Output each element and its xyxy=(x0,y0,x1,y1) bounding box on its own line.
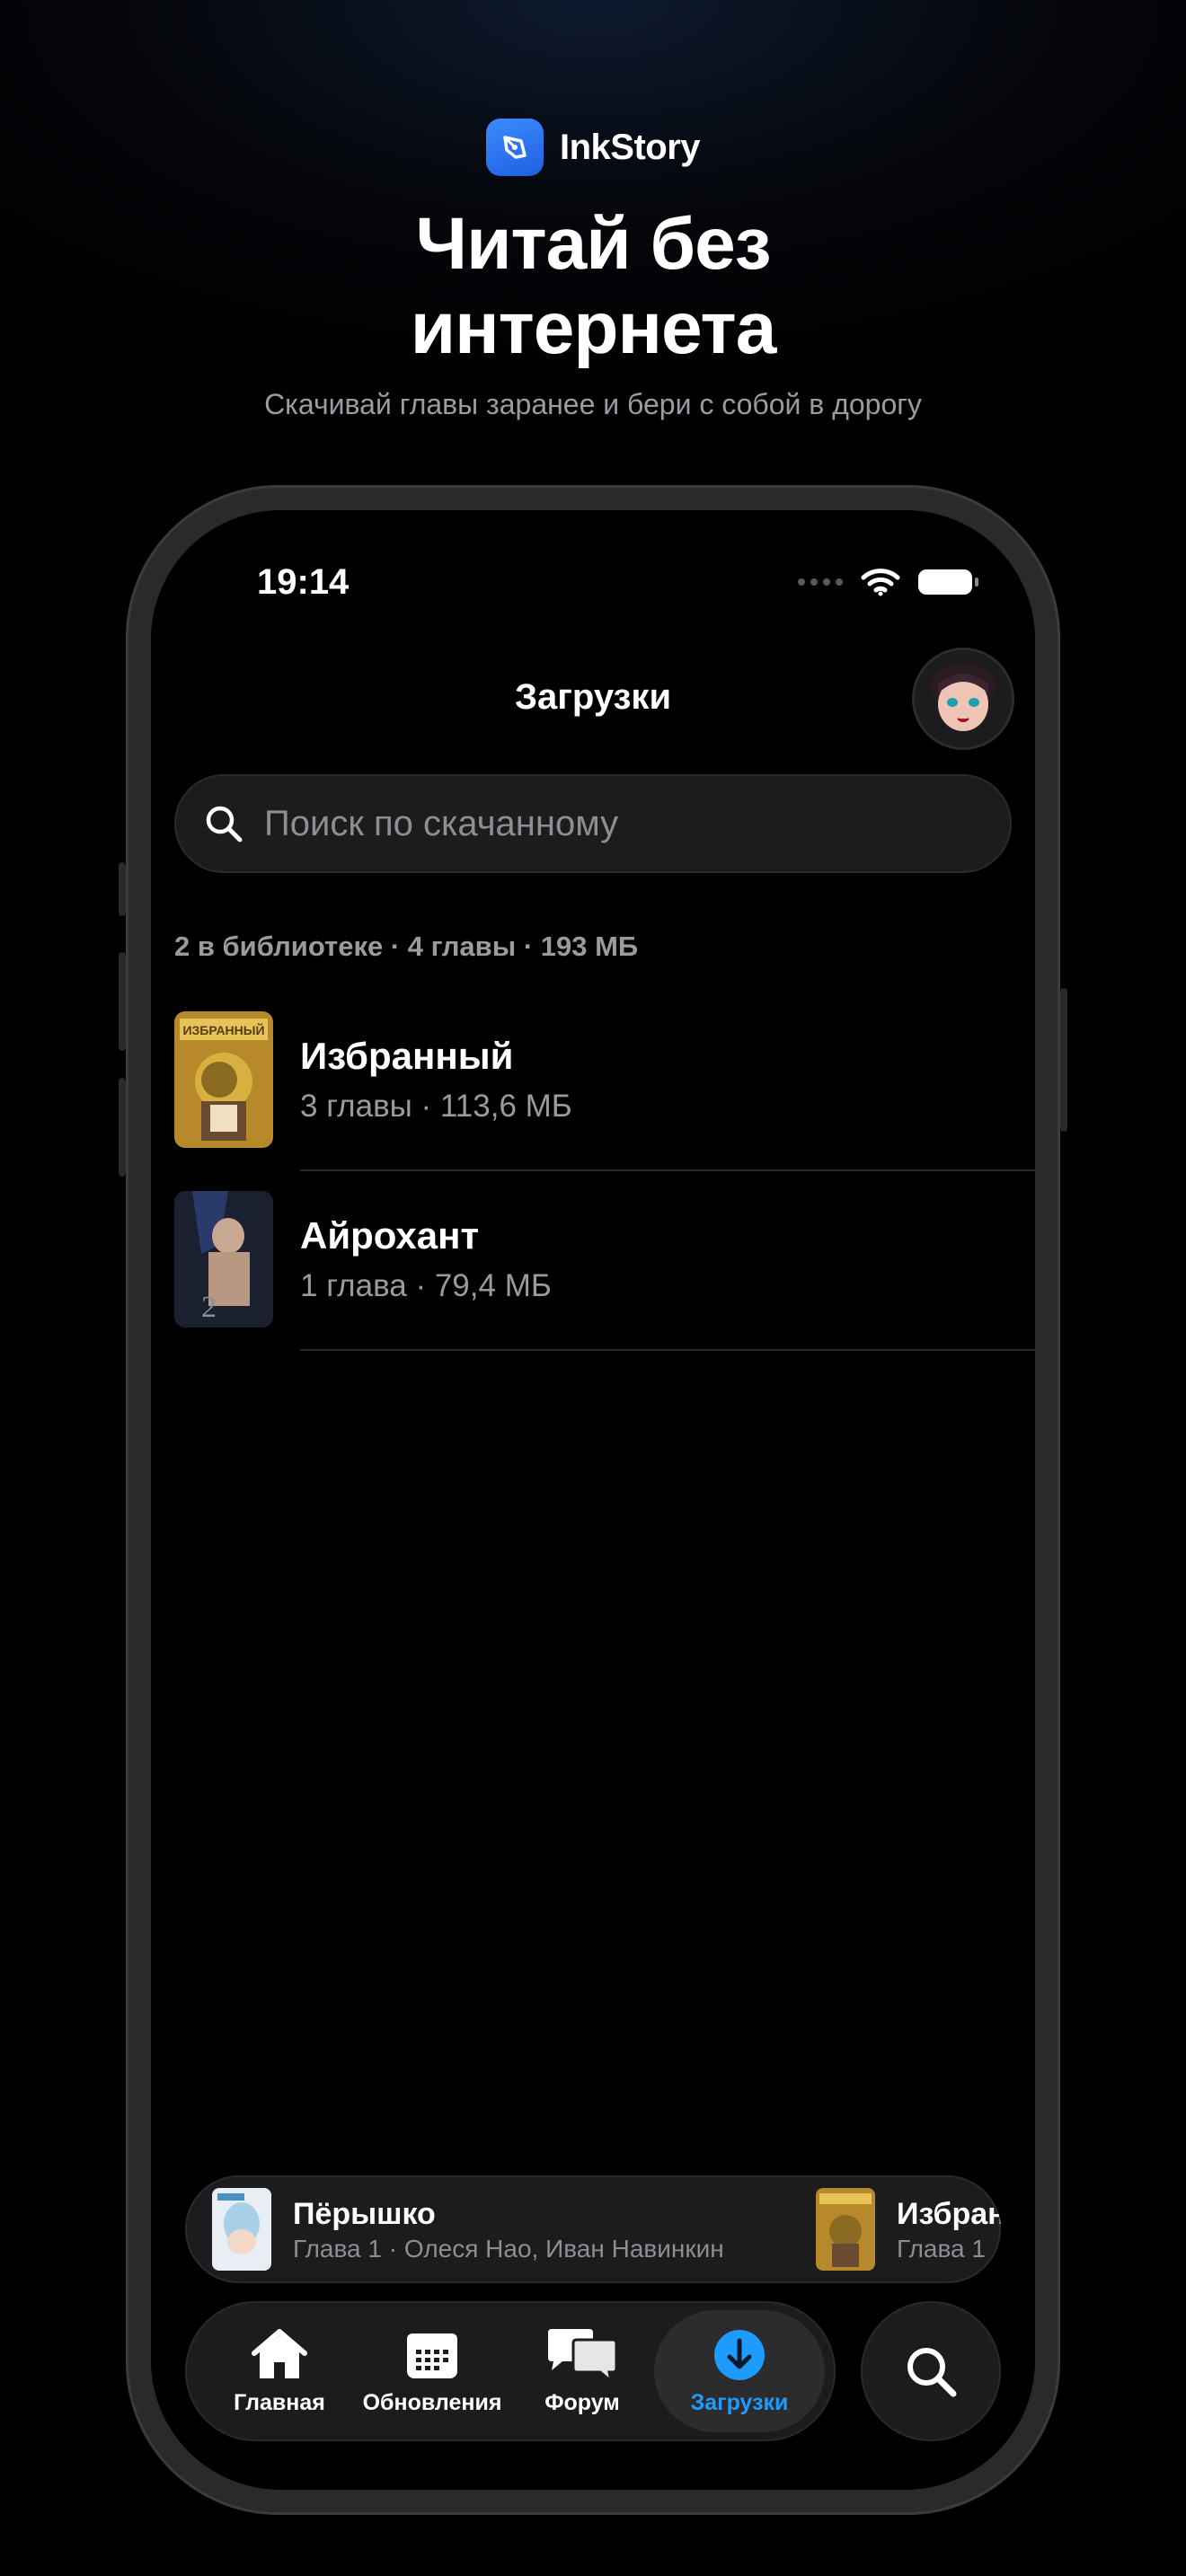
app-screen: 19:14 Загрузки Поиск по скачанному 2 в б… xyxy=(151,510,1035,2490)
list-item-ayrokhant[interactable]: 2 Айрохант 1 глава · 79,4 МБ xyxy=(174,1191,1035,1371)
inkstory-logo-icon xyxy=(485,119,544,176)
status-icons xyxy=(798,568,978,596)
row-divider xyxy=(300,1169,1035,1171)
home-icon xyxy=(249,2327,310,2383)
search-input[interactable] xyxy=(262,802,967,845)
item-title: Айрохант xyxy=(300,1214,480,1257)
tab-label: Загрузки xyxy=(690,2389,789,2415)
phone-volume-down xyxy=(119,1078,126,1177)
search-button[interactable] xyxy=(861,2301,1001,2441)
tab-label: Главная xyxy=(234,2389,325,2415)
item-subtitle: 1 глава · 79,4 МБ xyxy=(300,1268,552,1303)
row-divider xyxy=(300,1349,1035,1351)
tab-label: Обновления xyxy=(362,2389,502,2415)
search-bar[interactable] xyxy=(174,774,1012,873)
phone-power-button xyxy=(1060,988,1067,1132)
tab-downloads[interactable]: Загрузки xyxy=(654,2310,825,2432)
profile-avatar[interactable] xyxy=(915,650,1012,747)
mini-player-title: Пёрышко xyxy=(293,2197,436,2231)
signal-dots-icon xyxy=(798,578,843,586)
brand-header: InkStory xyxy=(0,119,1186,176)
calendar-icon xyxy=(405,2327,459,2383)
tab-label: Форум xyxy=(544,2389,620,2415)
mini-cover-perishko xyxy=(212,2188,271,2271)
chat-bubbles-icon xyxy=(544,2327,620,2383)
search-icon xyxy=(201,801,246,846)
status-bar: 19:14 xyxy=(151,562,1035,616)
phone-frame: 19:14 Загрузки Поиск по скачанному 2 в б… xyxy=(119,485,1067,2515)
phone-volume-up xyxy=(119,952,126,1051)
mini-player-subtitle: Глава 1 xyxy=(897,2235,986,2263)
phone-action-button xyxy=(119,862,126,916)
promo-subheadline: Скачивай главы заранее и бери с собой в … xyxy=(264,388,922,420)
tab-updates[interactable]: Обновления xyxy=(356,2301,509,2441)
headline-line-2: интернета xyxy=(410,287,777,369)
wifi-icon xyxy=(861,569,900,596)
brand-name: InkStory xyxy=(559,127,701,167)
status-time: 19:14 xyxy=(257,562,350,602)
cover-title-text: ИЗБРАННЫЙ xyxy=(182,1022,264,1037)
avatar-face-icon xyxy=(915,650,1012,747)
tab-forum[interactable]: Форум xyxy=(519,2301,645,2441)
cover-image: 2 xyxy=(174,1191,273,1328)
cover-image: ИЗБРАННЫЙ xyxy=(174,1011,273,1148)
headline-line-1: Читай без xyxy=(415,203,772,285)
promo-headline: Читай без интернета xyxy=(0,202,1186,371)
list-item-izbranny[interactable]: ИЗБРАННЫЙ Избранный 3 главы · 113,6 МБ xyxy=(174,1011,1035,1191)
tab-bar: Главная Обновления Форум Загрузки xyxy=(185,2301,836,2441)
page-title: Загрузки xyxy=(514,677,672,717)
item-title: Избранный xyxy=(300,1035,514,1077)
cover-volume-number: 2 xyxy=(201,1291,217,1324)
tab-home[interactable]: Главная xyxy=(212,2301,347,2441)
continue-reading-carousel[interactable]: Пёрышко Глава 1 · Олеся Нао, Иван Навинк… xyxy=(185,2175,1001,2283)
item-subtitle: 3 главы · 113,6 МБ xyxy=(300,1089,572,1124)
mini-player-subtitle: Глава 1 · Олеся Нао, Иван Навинкин xyxy=(293,2235,724,2263)
mini-cover-izbranny xyxy=(816,2188,875,2271)
download-icon xyxy=(712,2327,766,2383)
library-summary: 2 в библиотеке · 4 главы · 193 МБ xyxy=(174,931,639,962)
search-icon xyxy=(907,2348,957,2397)
mini-player-title: Избранный xyxy=(897,2197,1001,2231)
battery-icon xyxy=(918,569,978,595)
